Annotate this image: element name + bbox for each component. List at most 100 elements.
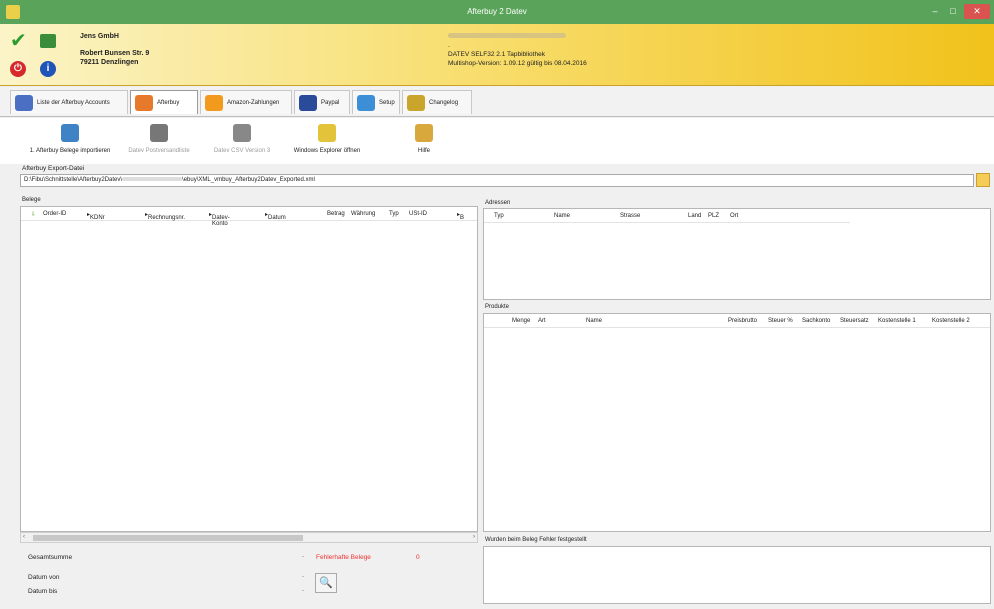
fehler-textarea[interactable] — [483, 546, 991, 604]
col-preisbrutto[interactable]: Preisbrutto — [728, 318, 757, 324]
blurred-text — [448, 33, 566, 38]
belege-header: ⇩ Order-ID ▸ KDNr ▸ Rechnungsnr. ▸ Datev… — [21, 207, 477, 227]
tab-label: Setup — [379, 99, 395, 106]
col-typ[interactable]: Typ — [494, 213, 504, 219]
produkte-grid[interactable]: Menge Art Name Preisbrutto Steuer % Sach… — [483, 313, 991, 532]
title-bar: Afterbuy 2 Datev – □ ✕ — [0, 0, 994, 24]
window-title: Afterbuy 2 Datev — [467, 7, 527, 16]
export-path-field[interactable]: D:\Fibu\Schnittstelle\Afterbuy2Datev\ \eb… — [20, 174, 974, 187]
maximize-button[interactable]: □ — [944, 4, 962, 19]
dot-text: . — [448, 42, 450, 49]
belege-grid[interactable]: ⇩ Order-ID ▸ KDNr ▸ Rechnungsnr. ▸ Datev… — [20, 206, 478, 532]
explorer-button[interactable]: Windows Explorer öffnen — [290, 124, 364, 154]
help-button[interactable]: Hilfe — [404, 124, 444, 154]
adressen-grid[interactable]: Typ Name Strasse Land PLZ Ort — [483, 208, 991, 300]
col-name[interactable]: Name — [586, 318, 602, 324]
checkmark-icon[interactable]: ✔ — [10, 31, 27, 51]
paypal-icon — [299, 94, 317, 111]
toolbar: 1. Afterbuy Belege importieren Datev Pos… — [0, 118, 994, 164]
col-b[interactable]: ▸ B — [457, 211, 464, 221]
col-sachkonto[interactable]: Sachkonto — [802, 318, 830, 324]
power-icon[interactable]: ⏻ — [10, 61, 26, 77]
col-kostenstelle-2[interactable]: Kostenstelle 2 — [932, 318, 970, 324]
close-button[interactable]: ✕ — [964, 4, 990, 19]
tab-label: Liste der Afterbuy Accounts — [37, 99, 110, 106]
tab-amazon[interactable]: Amazon-Zahlungen — [200, 90, 292, 114]
col-name[interactable]: Name — [554, 213, 570, 219]
col-rechnungsnr[interactable]: ▸ Rechnungsnr. — [145, 211, 185, 221]
info-icon[interactable]: i — [40, 61, 56, 77]
col-strasse[interactable]: Strasse — [620, 213, 640, 219]
col-plz[interactable]: PLZ — [708, 213, 719, 219]
col-order-id[interactable]: Order-ID — [43, 211, 66, 217]
tool-label: Windows Explorer öffnen — [293, 148, 361, 154]
tab-label: Paypal — [321, 99, 340, 106]
dash-3: - — [302, 588, 304, 594]
dash-1: - — [302, 554, 304, 560]
tab-strip: Liste der Afterbuy Accounts Afterbuy Ama… — [0, 87, 994, 117]
tab-paypal[interactable]: Paypal — [294, 90, 350, 114]
col-datev-konto[interactable]: ▸ Datev-Konto — [209, 211, 230, 227]
license-info: . DATEV SELF32 2.1 Tapbibliothek Multish… — [448, 32, 587, 68]
sync-icon[interactable] — [40, 34, 56, 48]
company-city: 79211 Denzlingen — [80, 59, 139, 66]
setup-icon — [357, 94, 375, 111]
header-banner: ✔ ⏻ i Jens GmbH Robert Bunsen Str. 9 792… — [0, 24, 994, 86]
tool-label: 1. Afterbuy Belege importieren — [29, 148, 111, 154]
tab-label: Changelog — [429, 99, 459, 106]
company-name: Jens GmbH — [80, 33, 119, 40]
datum-von-label: Datum von — [28, 574, 60, 581]
adressen-header: Typ Name Strasse Land PLZ Ort — [484, 209, 850, 223]
col-land[interactable]: Land — [688, 213, 701, 219]
col-steuer[interactable]: Steuer % — [768, 318, 793, 324]
import-icon — [61, 124, 79, 142]
version-text: Multishop-Version: 1.09.12 gültig bis 08… — [448, 60, 587, 67]
accounts-icon — [15, 94, 33, 111]
col-art[interactable]: Art — [538, 318, 546, 324]
col-betrag[interactable]: Betrag — [327, 211, 345, 217]
company-street: Robert Bunsen Str. 9 — [80, 50, 150, 57]
datev-csv-button[interactable]: Datev CSV Version 3 — [208, 124, 276, 154]
open-file-icon[interactable] — [976, 173, 990, 187]
scroll-left-icon[interactable]: ‹ — [23, 534, 25, 540]
document-icon — [233, 124, 251, 142]
col-typ[interactable]: Typ — [389, 211, 399, 217]
path-start: D:\Fibu\Schnittstelle\Afterbuy2Datev\ — [24, 177, 123, 183]
tool-label: Datev CSV Version 3 — [213, 148, 271, 154]
col-steuersatz[interactable]: Steuersatz — [840, 318, 869, 324]
help-icon — [415, 124, 433, 142]
belege-hscrollbar[interactable]: ‹ › — [20, 532, 478, 543]
col-menge[interactable]: Menge — [512, 318, 530, 324]
blurred-path — [122, 177, 183, 182]
search-button[interactable]: 🔍 — [315, 573, 337, 593]
path-end: \ebuy\XML_vmbuy_Afterbuy2Datev_Exported.… — [182, 177, 315, 183]
col-ort[interactable]: Ort — [730, 213, 738, 219]
dash-2: - — [302, 574, 304, 580]
col-ust-id[interactable]: USt-ID — [409, 211, 427, 217]
col-kostenstelle-1[interactable]: Kostenstelle 1 — [878, 318, 916, 324]
postversand-button[interactable]: Datev Postversandliste — [124, 124, 194, 154]
tool-label: Hilfe — [417, 148, 430, 154]
sort-arrow-icon: ⇩ — [31, 212, 37, 218]
tab-changelog[interactable]: Changelog — [402, 90, 472, 114]
afterbuy-icon — [135, 94, 153, 111]
produkte-header: Menge Art Name Preisbrutto Steuer % Sach… — [484, 314, 990, 328]
col-datum[interactable]: ▸ Datum — [265, 211, 286, 221]
gesamtsumme-label: Gesamtsumme — [28, 554, 73, 561]
tool-label: Datev Postversandliste — [128, 148, 190, 154]
col-waehrung[interactable]: Währung — [351, 211, 375, 217]
import-button[interactable]: 1. Afterbuy Belege importieren — [18, 124, 122, 154]
fehler-count: 0 — [416, 554, 420, 561]
tab-label: Amazon-Zahlungen — [227, 99, 280, 106]
scroll-thumb[interactable] — [33, 535, 303, 541]
minimize-button[interactable]: – — [926, 4, 944, 19]
tab-accounts[interactable]: Liste der Afterbuy Accounts — [10, 90, 128, 114]
tab-afterbuy[interactable]: Afterbuy — [130, 90, 198, 114]
adressen-label: Adressen — [485, 200, 511, 206]
scroll-right-icon[interactable]: › — [473, 534, 475, 540]
datum-bis-label: Datum bis — [28, 588, 58, 595]
tab-setup[interactable]: Setup — [352, 90, 400, 114]
col-kdnr[interactable]: ▸ KDNr — [87, 211, 105, 221]
tab-label: Afterbuy — [157, 99, 180, 106]
company-info: Jens GmbH Robert Bunsen Str. 9 79211 Den… — [80, 32, 149, 67]
